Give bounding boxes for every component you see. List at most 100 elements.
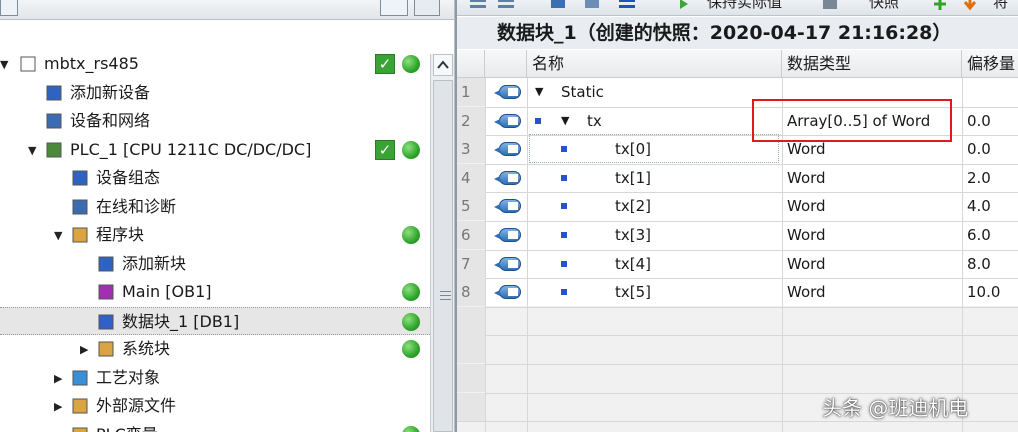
- add-device-icon: [44, 84, 64, 102]
- monitor-icon[interactable]: [677, 0, 691, 11]
- row-number[interactable]: 5: [461, 192, 471, 220]
- collapse-arrow-icon[interactable]: ▶: [80, 344, 88, 355]
- tree-item[interactable]: 数据块_1 [DB1]: [0, 306, 430, 335]
- member-datatype[interactable]: Word: [787, 278, 826, 306]
- plus-green-icon[interactable]: [931, 0, 949, 11]
- view-detail-icon[interactable]: [414, 0, 440, 16]
- row-number[interactable]: 1: [461, 78, 471, 106]
- row-number[interactable]: 2: [461, 107, 471, 135]
- tree-item-label: mbtx_rs485: [44, 54, 139, 73]
- tree-item-label: 添加新块: [122, 253, 187, 273]
- member-offset: 0.0: [967, 140, 991, 159]
- member-offset: 2.0: [967, 168, 991, 187]
- column-header-offset[interactable]: 偏移量: [962, 50, 1018, 78]
- collapse-arrow-icon[interactable]: ▶: [54, 373, 62, 384]
- row-number[interactable]: 8: [461, 278, 471, 306]
- collapse-arrow-icon[interactable]: ▶: [54, 401, 62, 412]
- keep-actual-values-button[interactable]: 保持实际值: [707, 0, 782, 12]
- snapshot-button[interactable]: 快照: [869, 0, 899, 12]
- insert-row-icon[interactable]: [469, 0, 489, 11]
- column-header-datatype[interactable]: 数据类型: [782, 50, 962, 78]
- row-number[interactable]: 7: [461, 250, 471, 278]
- online-status-icon: [402, 425, 420, 432]
- column-header-name[interactable]: 名称: [527, 50, 782, 78]
- project-tree-toolbar: [0, 0, 454, 20]
- expand-arrow-icon[interactable]: ▼: [28, 145, 36, 156]
- tree-item[interactable]: 设备和网络: [0, 107, 430, 135]
- add-block-icon: [96, 255, 116, 273]
- ob-block-icon: [96, 283, 116, 301]
- member-name[interactable]: tx[5]: [615, 278, 651, 306]
- plc-icon: [44, 141, 64, 159]
- download-arrow-icon[interactable]: [961, 0, 979, 11]
- tree-item-label: PLC变量: [96, 425, 158, 432]
- row-number[interactable]: 3: [461, 135, 471, 163]
- expand-arrow-icon[interactable]: ▼: [561, 107, 569, 135]
- member-name[interactable]: Static: [561, 78, 604, 106]
- tree-item-label: 工艺对象: [96, 367, 161, 387]
- member-name[interactable]: tx[2]: [615, 192, 651, 220]
- snapshot-icon[interactable]: [821, 0, 841, 11]
- folder-icon: [70, 426, 90, 432]
- editor-title: 数据块_1（创建的快照：2020-04-17 21:16:28）: [497, 22, 952, 44]
- row-number[interactable]: 4: [461, 164, 471, 192]
- document-icon: [18, 55, 38, 73]
- expand-arrow-icon[interactable]: ▼: [535, 78, 543, 106]
- collapse-all-icon[interactable]: [583, 0, 605, 11]
- tree-item[interactable]: 添加新块: [0, 250, 430, 278]
- expand-all-icon[interactable]: [549, 0, 571, 11]
- list-view-icon[interactable]: [617, 0, 639, 11]
- tree-item-label: 添加新设备: [70, 82, 151, 102]
- online-status-icon: [402, 283, 420, 301]
- tree-item-label: 系统块: [122, 339, 171, 358]
- db-block-icon: [96, 313, 116, 331]
- bullet-icon: [561, 289, 567, 296]
- member-icon: [494, 113, 521, 128]
- add-row-icon[interactable]: [497, 0, 517, 11]
- member-datatype[interactable]: Word: [787, 221, 826, 249]
- toolbar-icon[interactable]: [0, 0, 18, 16]
- tree-item[interactable]: Main [OB1]: [0, 278, 430, 306]
- member-icon: [494, 142, 521, 157]
- scroll-thumb[interactable]: [433, 80, 453, 432]
- tree-item[interactable]: ▶ 工艺对象: [0, 364, 430, 392]
- tree-item[interactable]: ▶ 系统块: [0, 335, 430, 363]
- online-status-icon: [402, 340, 420, 358]
- tree-item[interactable]: 添加新设备: [0, 79, 430, 107]
- db-editor-panel: 保持实际值 快照 将 数据块_1（创建的快照：2020-04-17 21:16:…: [457, 0, 1018, 432]
- member-datatype[interactable]: Word: [787, 250, 826, 278]
- tree-item[interactable]: 在线和诊断: [0, 193, 430, 221]
- member-name[interactable]: tx[3]: [615, 221, 651, 249]
- member-datatype[interactable]: Word: [787, 192, 826, 220]
- expand-arrow-icon[interactable]: ▼: [54, 230, 62, 241]
- tree-item[interactable]: ▶PLC变量: [0, 421, 430, 432]
- tree-item[interactable]: ▼ 程序块: [0, 221, 430, 249]
- editor-title-bar: 数据块_1（创建的快照：2020-04-17 21:16:28）: [457, 17, 1018, 49]
- tree-item[interactable]: 设备组态: [0, 164, 430, 192]
- member-icon: [494, 170, 521, 185]
- tree-item[interactable]: ▼ PLC_1 [CPU 1211C DC/DC/DC] ✓: [0, 136, 430, 164]
- member-icon: [494, 285, 521, 300]
- tree-item-label: 设备组态: [96, 168, 161, 187]
- tree-item[interactable]: ▶ 外部源文件: [0, 392, 430, 420]
- tree-item[interactable]: ▼ mbtx_rs485 ✓: [0, 50, 430, 78]
- tree-scrollbar[interactable]: [430, 54, 454, 432]
- bullet-icon: [561, 174, 567, 181]
- focused-cell-outline: [529, 134, 779, 163]
- member-name[interactable]: tx[1]: [615, 164, 651, 192]
- member-name[interactable]: tx: [587, 107, 602, 135]
- scroll-up-button[interactable]: [433, 54, 453, 76]
- expand-arrow-icon[interactable]: ▼: [0, 59, 8, 70]
- member-name[interactable]: tx[4]: [615, 250, 651, 278]
- row-number[interactable]: 6: [461, 221, 471, 249]
- editor-toolbar: 保持实际值 快照 将: [457, 0, 1018, 16]
- member-datatype[interactable]: Word: [787, 164, 826, 192]
- folder-icon: [70, 226, 90, 244]
- member-icon: [494, 256, 521, 271]
- tree-item-label: PLC_1 [CPU 1211C DC/DC/DC]: [70, 139, 312, 159]
- network-icon: [44, 112, 64, 130]
- view-list-icon[interactable]: [380, 0, 408, 16]
- tree-item-label: Main [OB1]: [122, 282, 212, 301]
- highlight-box: [752, 99, 952, 142]
- watermark: 头条 @班迪机电: [822, 396, 969, 420]
